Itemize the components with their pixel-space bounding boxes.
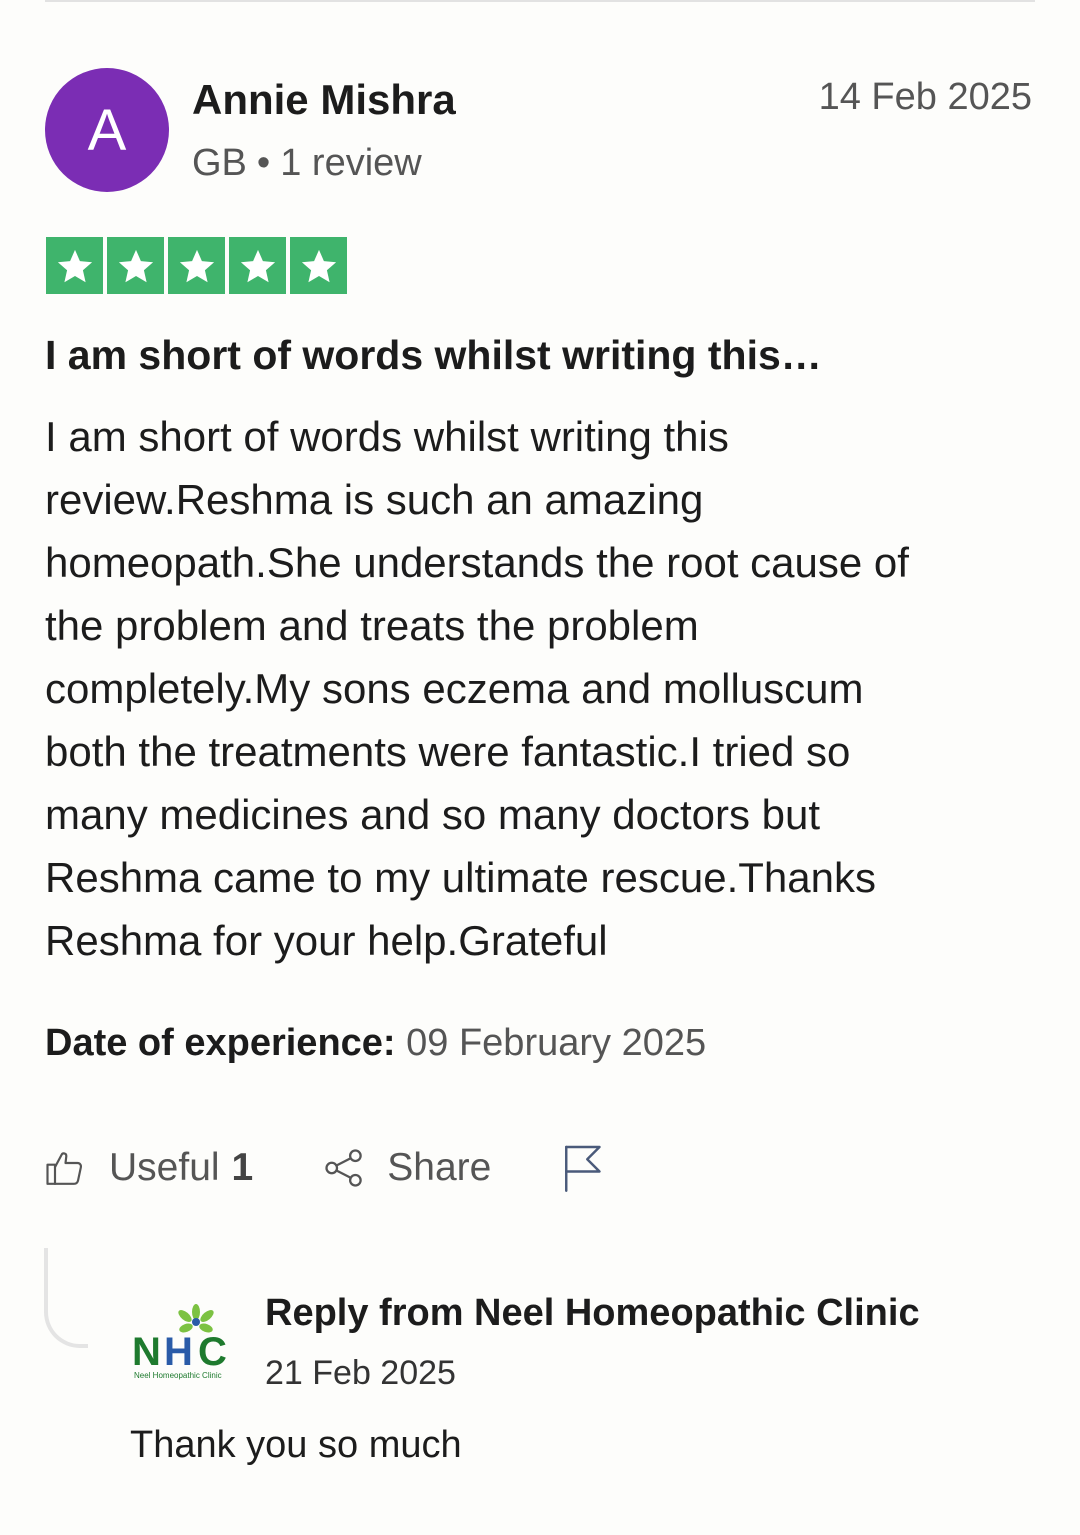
- useful-count: 1: [231, 1146, 254, 1189]
- avatar-initial: A: [87, 97, 127, 163]
- useful-button[interactable]: Useful 1: [45, 1146, 253, 1190]
- review-body-line: the problem and treats the problem: [45, 602, 699, 649]
- avatar[interactable]: A: [45, 68, 169, 192]
- review-body: I am short of words whilst writing this …: [45, 405, 1035, 972]
- date-of-experience: Date of experience: 09 February 2025: [45, 1022, 706, 1065]
- experience-label: Date of experience:: [45, 1022, 396, 1064]
- review-body-line: Reshma for your help.Grateful: [45, 917, 608, 964]
- reviewer-country: GB: [192, 142, 247, 184]
- review-body-line: both the treatments were fantastic.I tri…: [45, 728, 851, 775]
- star-icon: [290, 237, 347, 294]
- top-divider: [45, 0, 1035, 2]
- thumbs-up-icon: [46, 1152, 83, 1185]
- reply-text: Thank you so much: [130, 1424, 462, 1466]
- share-icon: [325, 1149, 363, 1187]
- share-label: Share: [387, 1146, 492, 1189]
- review-body-line: review.Reshma is such an amazing: [45, 476, 704, 523]
- reply-title: Reply from Neel Homeopathic Clinic: [265, 1292, 920, 1334]
- review-body-line: I am short of words whilst writing this: [45, 413, 729, 460]
- star-icon: [46, 237, 103, 294]
- star-icon: [229, 237, 286, 294]
- star-rating: [46, 237, 347, 294]
- useful-label: Useful: [109, 1146, 220, 1189]
- review-title: I am short of words whilst writing this…: [45, 332, 822, 378]
- review-body-line: completely.My sons eczema and molluscum: [45, 665, 864, 712]
- review-date: 14 Feb 2025: [818, 76, 1032, 118]
- reviewer-name[interactable]: Annie Mishra: [192, 76, 456, 124]
- review-actions: Useful 1 Share: [45, 1140, 603, 1196]
- flag-icon: [565, 1145, 602, 1192]
- logo-caption: Neel Homeopathic Clinic: [134, 1371, 222, 1380]
- logo-initials-c: C: [198, 1330, 227, 1374]
- reviewer-meta: GB • 1 review: [192, 142, 422, 185]
- report-button[interactable]: [561, 1143, 603, 1193]
- star-icon: [107, 237, 164, 294]
- experience-date: 09 February 2025: [406, 1022, 707, 1064]
- meta-separator: •: [256, 142, 271, 184]
- review-body-line: Reshma came to my ultimate rescue.Thanks: [45, 854, 876, 901]
- clinic-logo: N H C Neel Homeopathic Clinic: [132, 1304, 227, 1380]
- reply-connector: [44, 1248, 88, 1348]
- star-icon: [168, 237, 225, 294]
- share-button[interactable]: Share: [323, 1146, 491, 1190]
- reviewer-review-count: 1 review: [280, 142, 422, 184]
- review-body-line: homeopath.She understands the root cause…: [45, 539, 909, 586]
- logo-initials-n: N: [132, 1330, 161, 1374]
- review-body-line: many medicines and so many doctors but: [45, 791, 821, 838]
- logo-initials-h: H: [164, 1330, 193, 1374]
- reply-date: 21 Feb 2025: [265, 1354, 456, 1392]
